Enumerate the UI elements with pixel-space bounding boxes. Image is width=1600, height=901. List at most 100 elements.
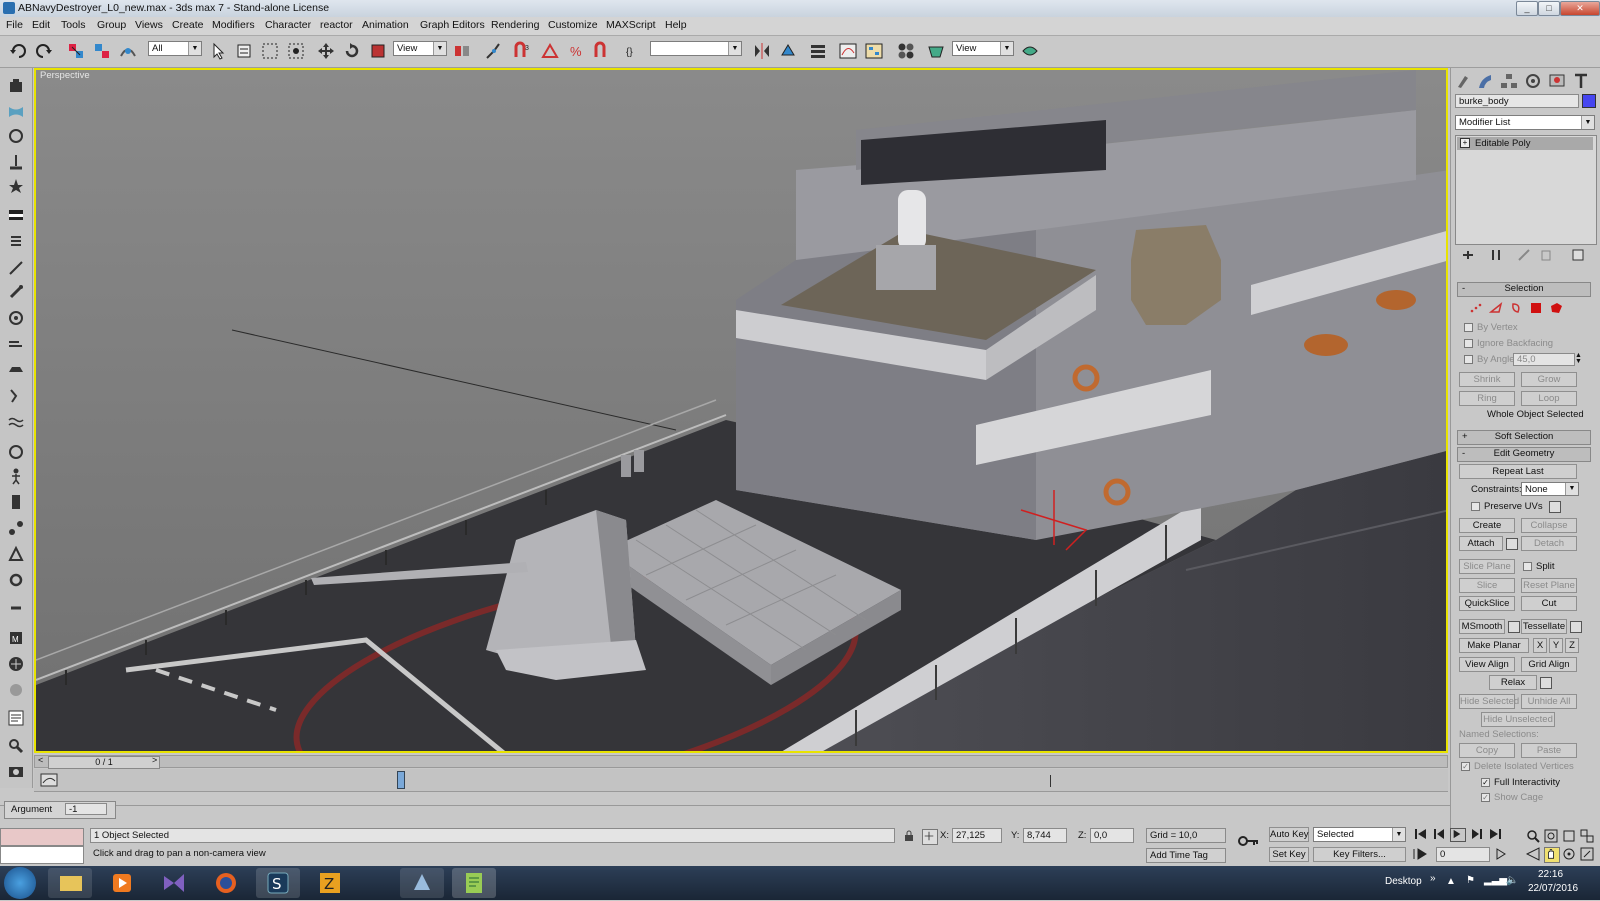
fracture-icon[interactable]	[6, 386, 26, 406]
add-time-tag-button[interactable]: Add Time Tag	[1146, 848, 1226, 863]
utilities-tab-icon[interactable]	[1571, 72, 1591, 90]
default-key-icon[interactable]	[1238, 834, 1260, 848]
taskbar-app-s-icon[interactable]: S	[256, 868, 300, 898]
z-coordinate-field[interactable]: 0,0	[1090, 828, 1134, 843]
time-slider-thumb[interactable]: 0 / 1	[48, 756, 160, 769]
create-animation-icon[interactable]	[6, 736, 26, 756]
element-icon[interactable]	[1549, 302, 1563, 314]
constraint-solver-icon[interactable]	[6, 442, 26, 462]
taskbar-media-player-icon[interactable]	[100, 868, 144, 898]
unlink-selection-icon[interactable]	[92, 41, 112, 61]
maxscript-mini-listener-white[interactable]	[0, 846, 84, 864]
select-object-icon[interactable]	[208, 41, 228, 61]
by-angle-spinner[interactable]: 45,0	[1513, 353, 1575, 366]
close-button[interactable]: ✕	[1560, 1, 1600, 16]
soft-body-collection-icon[interactable]	[6, 126, 26, 146]
copy-button[interactable]: Copy	[1459, 743, 1515, 758]
menu-graph-editors[interactable]: Graph Editors	[420, 19, 485, 31]
edge-icon[interactable]	[1488, 302, 1503, 314]
paste-button[interactable]: Paste	[1521, 743, 1577, 758]
undo-icon[interactable]	[8, 41, 28, 61]
reference-coordinate-dropdown[interactable]: View ▼	[393, 41, 447, 56]
soft-selection-rollout-header[interactable]: + Soft Selection	[1457, 430, 1591, 445]
pivot-center-icon[interactable]	[452, 41, 472, 61]
desktop-toolbar-label[interactable]: Desktop	[1385, 876, 1422, 887]
fixed-constraint-icon[interactable]	[6, 598, 26, 618]
lock-selection-icon[interactable]	[903, 830, 915, 842]
motor-icon[interactable]	[6, 308, 26, 328]
rectangular-selection-icon[interactable]	[260, 41, 280, 61]
msmooth-button[interactable]: MSmooth	[1459, 619, 1505, 634]
unhide-all-button[interactable]: Unhide All	[1521, 694, 1577, 709]
layer-manager-icon[interactable]	[808, 41, 828, 61]
quick-render-icon[interactable]	[1020, 41, 1040, 61]
edit-geometry-rollout-header[interactable]: - Edit Geometry	[1457, 447, 1591, 462]
key-mode-dropdown[interactable]: Selected ▼	[1313, 827, 1406, 842]
menu-tools[interactable]: Tools	[61, 19, 86, 31]
vertex-icon[interactable]	[1469, 302, 1483, 314]
hide-selected-button[interactable]: Hide Selected	[1459, 694, 1519, 709]
x-coordinate-field[interactable]: 27,125	[952, 828, 1002, 843]
attach-list-icon[interactable]	[1506, 538, 1518, 550]
tessellate-button[interactable]: Tessellate	[1521, 619, 1567, 634]
modify-tab-icon[interactable]	[1475, 72, 1495, 90]
preserve-uvs-settings-icon[interactable]	[1549, 501, 1561, 513]
menu-character[interactable]: Character	[265, 19, 311, 31]
menu-edit[interactable]: Edit	[32, 19, 50, 31]
curve-editor-icon[interactable]	[838, 41, 858, 61]
create-button[interactable]: Create	[1459, 518, 1515, 533]
select-and-rotate-icon[interactable]	[342, 41, 362, 61]
go-to-end-icon[interactable]	[1488, 828, 1502, 843]
make-planar-button[interactable]: Make Planar	[1459, 638, 1529, 653]
network-icon[interactable]: ▂▃▅	[1484, 875, 1507, 886]
loop-button[interactable]: Loop	[1521, 391, 1577, 406]
argument-field[interactable]: -1	[65, 803, 107, 815]
clock-date[interactable]: 22/07/2016	[1528, 883, 1578, 894]
time-configuration-icon[interactable]	[1495, 848, 1509, 860]
ball-socket-icon[interactable]: M	[6, 628, 26, 648]
track-bar[interactable]	[34, 769, 1448, 792]
material-editor-icon[interactable]	[896, 41, 916, 61]
tray-arrow-up-icon[interactable]: ▲	[1446, 876, 1456, 887]
make-unique-icon[interactable]	[1517, 248, 1531, 262]
select-and-move-icon[interactable]	[316, 41, 336, 61]
full-interactivity-checkbox[interactable]: ✓	[1481, 778, 1490, 787]
relax-settings-icon[interactable]	[1540, 677, 1552, 689]
repeat-last-button[interactable]: Repeat Last	[1459, 464, 1577, 479]
cut-button[interactable]: Cut	[1521, 596, 1577, 611]
select-and-link-icon[interactable]	[66, 41, 86, 61]
maximize-button[interactable]: □	[1538, 1, 1560, 16]
selection-filter-dropdown[interactable]: All ▼	[148, 41, 202, 56]
open-property-editor-icon[interactable]	[6, 708, 26, 728]
split-checkbox[interactable]	[1523, 562, 1532, 571]
point-to-point-icon[interactable]	[6, 518, 26, 538]
menu-animation[interactable]: Animation	[362, 19, 409, 31]
zoom-extents-all-icon[interactable]	[1580, 829, 1594, 846]
object-name-field[interactable]: burke_body	[1455, 94, 1579, 108]
schematic-view-icon[interactable]	[864, 41, 884, 61]
clock-time[interactable]: 22:16	[1538, 869, 1563, 880]
minimize-button[interactable]: _	[1516, 1, 1538, 16]
set-key-button[interactable]: Set Key	[1269, 847, 1309, 862]
border-icon[interactable]	[1509, 302, 1523, 314]
align-icon[interactable]	[778, 41, 798, 61]
planar-z-button[interactable]: Z	[1565, 638, 1579, 653]
current-frame-field[interactable]: 0	[1436, 847, 1490, 862]
hide-unselected-button[interactable]: Hide Unselected	[1481, 712, 1555, 727]
taskbar-firefox-icon[interactable]	[204, 868, 248, 898]
arc-rotate-icon[interactable]	[1562, 847, 1576, 864]
select-and-scale-icon[interactable]	[368, 41, 388, 61]
rigid-body-collection-icon[interactable]	[6, 76, 26, 96]
motion-tab-icon[interactable]	[1523, 72, 1543, 90]
named-selection-sets-dropdown[interactable]: ▼	[650, 41, 742, 56]
menu-file[interactable]: File	[6, 19, 23, 31]
polygon-icon[interactable]	[1529, 302, 1543, 314]
object-color-swatch[interactable]	[1582, 94, 1596, 108]
shrink-button[interactable]: Shrink	[1459, 372, 1515, 387]
time-next-button[interactable]: >	[152, 755, 157, 765]
cloth-collection-icon[interactable]	[6, 102, 26, 122]
configure-modifier-sets-icon[interactable]	[1571, 248, 1585, 262]
taskbar-visual-studio-icon[interactable]	[152, 868, 196, 898]
play-animation-icon[interactable]	[1450, 828, 1466, 842]
key-mode-toggle-icon[interactable]	[1412, 848, 1432, 860]
